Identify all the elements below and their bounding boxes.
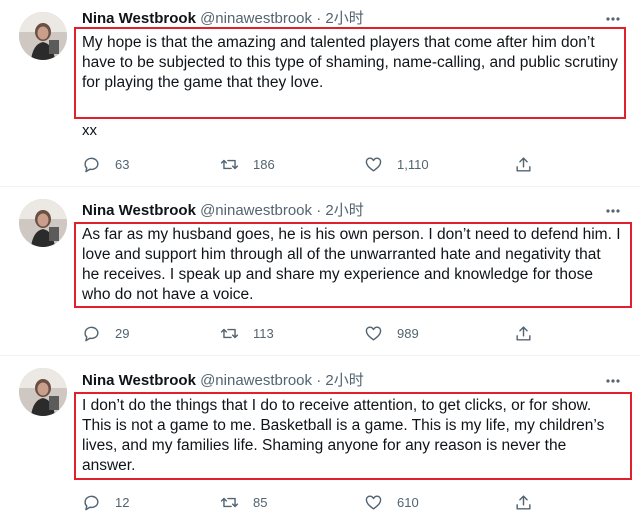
retweet-button[interactable]: 85 — [220, 492, 267, 512]
like-button[interactable]: 1,110 — [364, 154, 429, 174]
tweet-text: I don’t do the things that I do to recei… — [82, 397, 605, 474]
share-button[interactable] — [514, 492, 533, 512]
share-icon — [516, 156, 531, 172]
reply-icon — [84, 326, 99, 341]
tweet-text: As far as my husband goes, he is his own… — [82, 226, 621, 303]
like-count: 1,110 — [397, 156, 429, 172]
share-icon — [516, 325, 531, 341]
retweet-icon — [220, 328, 239, 338]
separator-dot: · — [316, 372, 322, 389]
share-button[interactable] — [514, 323, 533, 343]
reply-button[interactable]: 29 — [82, 323, 129, 343]
like-count: 610 — [397, 494, 419, 510]
tweet-3[interactable]: Nina Westbrook @ninawestbrook · 2小时 I do… — [0, 356, 640, 525]
author-name[interactable]: Nina Westbrook — [82, 10, 196, 27]
author-name[interactable]: Nina Westbrook — [82, 202, 196, 219]
author-handle[interactable]: @ninawestbrook — [200, 202, 312, 219]
tweet-header: Nina Westbrook @ninawestbrook · 2小时 — [82, 9, 364, 29]
timestamp[interactable]: 2小时 — [325, 10, 363, 27]
retweet-count: 186 — [253, 156, 275, 172]
separator-dot: · — [316, 202, 322, 219]
retweet-icon — [220, 159, 239, 169]
like-icon — [365, 325, 382, 341]
tweet-2[interactable]: Nina Westbrook @ninawestbrook · 2小时 As f… — [0, 187, 640, 355]
tweet-header: Nina Westbrook @ninawestbrook · 2小时 — [82, 201, 364, 221]
timestamp[interactable]: 2小时 — [325, 202, 363, 219]
reply-icon — [84, 157, 99, 172]
tweet-extra-text: xx — [82, 122, 97, 139]
retweet-button[interactable]: 186 — [220, 154, 275, 174]
tweet-header: Nina Westbrook @ninawestbrook · 2小时 — [82, 371, 364, 391]
retweet-count: 85 — [253, 494, 268, 510]
tweet-1[interactable]: Nina Westbrook @ninawestbrook · 2小时 My h… — [0, 0, 640, 186]
reply-icon — [84, 495, 99, 510]
avatar[interactable] — [19, 12, 67, 60]
avatar[interactable] — [19, 199, 67, 247]
more-icon[interactable] — [604, 202, 622, 220]
avatar[interactable] — [19, 368, 67, 416]
reply-button[interactable]: 63 — [82, 154, 129, 174]
like-icon — [365, 156, 382, 172]
tweet-text: My hope is that the amazing and talented… — [82, 34, 618, 91]
reply-count: 63 — [115, 156, 130, 172]
like-button[interactable]: 610 — [364, 492, 419, 512]
retweet-button[interactable]: 113 — [220, 323, 274, 343]
share-button[interactable] — [514, 154, 533, 174]
retweet-count: 113 — [253, 325, 274, 341]
like-button[interactable]: 989 — [364, 323, 419, 343]
more-icon[interactable] — [604, 372, 622, 390]
reply-button[interactable]: 12 — [82, 492, 129, 512]
author-name[interactable]: Nina Westbrook — [82, 372, 196, 389]
reply-count: 12 — [115, 494, 130, 510]
reply-count: 29 — [115, 325, 130, 341]
more-icon[interactable] — [604, 10, 622, 28]
like-icon — [365, 494, 382, 510]
retweet-icon — [220, 497, 239, 507]
separator-dot: · — [316, 10, 322, 27]
like-count: 989 — [397, 325, 419, 341]
author-handle[interactable]: @ninawestbrook — [200, 10, 312, 27]
share-icon — [516, 494, 531, 510]
timestamp[interactable]: 2小时 — [325, 372, 363, 389]
author-handle[interactable]: @ninawestbrook — [200, 372, 312, 389]
